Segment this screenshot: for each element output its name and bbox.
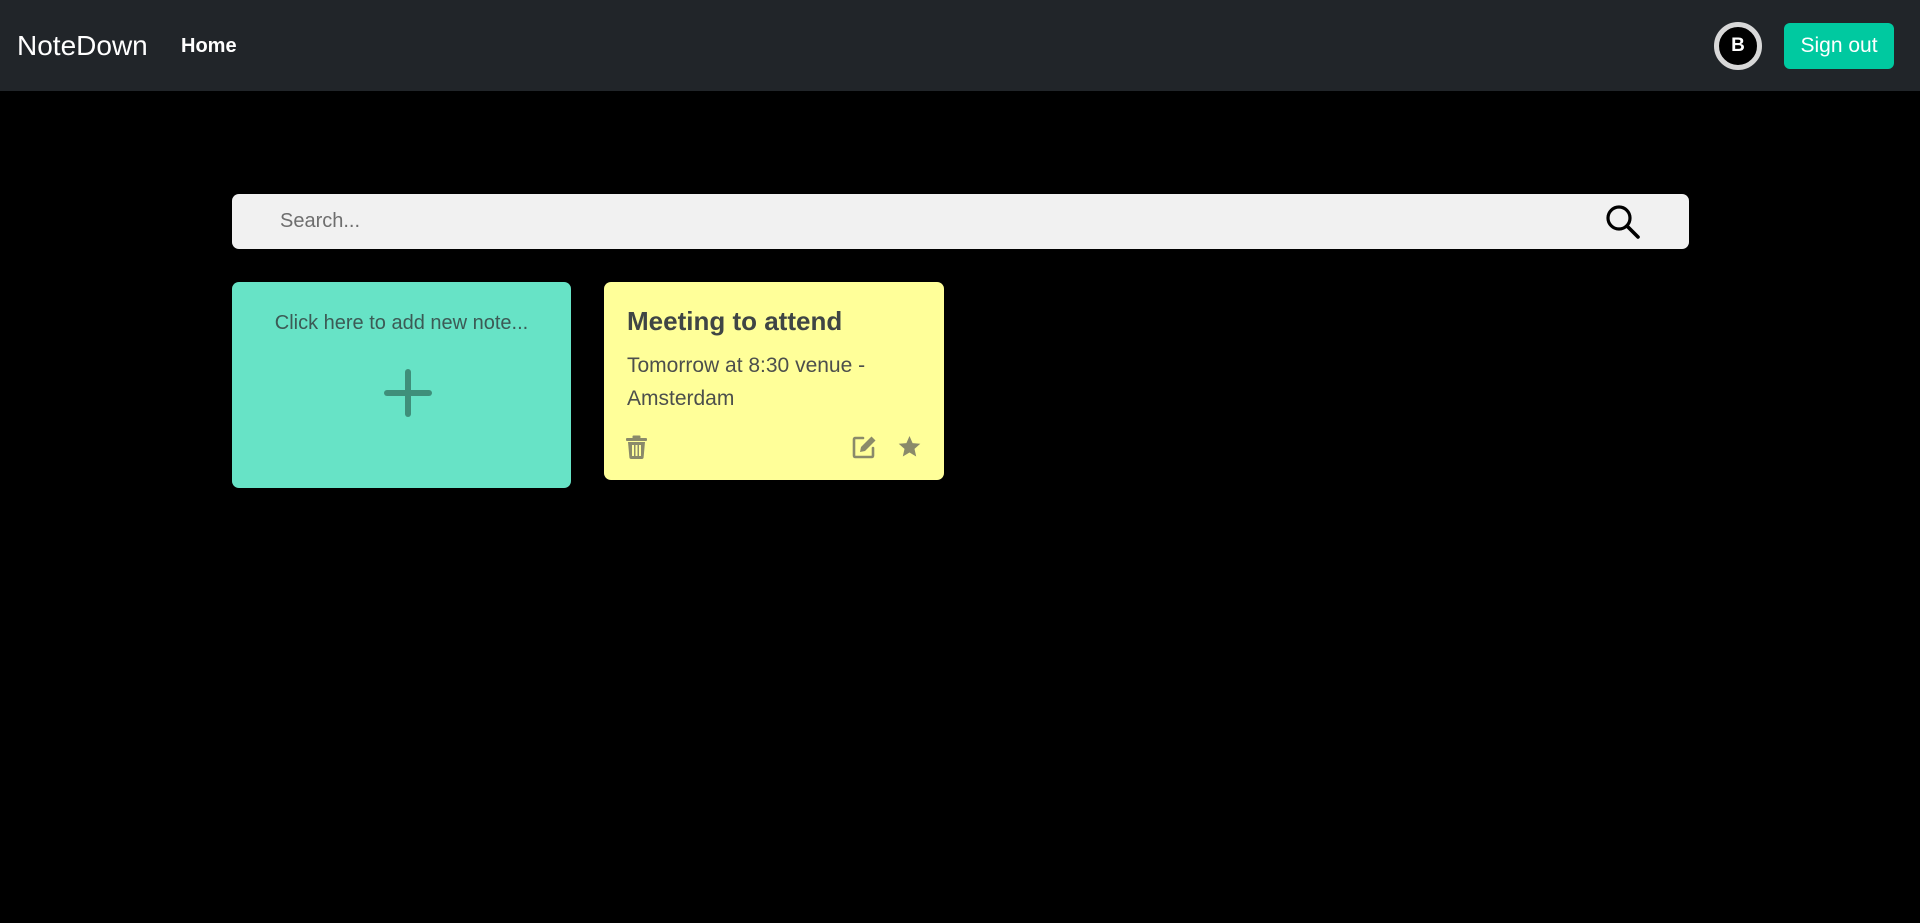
trash-icon[interactable] xyxy=(626,435,647,459)
add-note-label: Click here to add new note... xyxy=(274,312,529,334)
note-card: Meeting to attend Tomorrow at 8:30 venue… xyxy=(604,282,944,480)
search-input[interactable] xyxy=(280,194,1600,249)
search-bar xyxy=(232,194,1689,249)
sign-out-button[interactable]: Sign out xyxy=(1784,23,1894,69)
navbar: NoteDown Home B Sign out xyxy=(0,0,1920,91)
star-icon[interactable] xyxy=(897,435,922,459)
note-title: Meeting to attend xyxy=(627,306,843,336)
edit-icon[interactable] xyxy=(852,435,877,459)
avatar[interactable]: B xyxy=(1714,22,1762,70)
note-body: Tomorrow at 8:30 venue - Amsterdam xyxy=(627,354,866,410)
plus-icon[interactable] xyxy=(384,369,432,417)
search-icon[interactable] xyxy=(1604,203,1642,241)
nav-home-link[interactable]: Home xyxy=(181,33,237,59)
brand-logo[interactable]: NoteDown xyxy=(17,28,148,64)
